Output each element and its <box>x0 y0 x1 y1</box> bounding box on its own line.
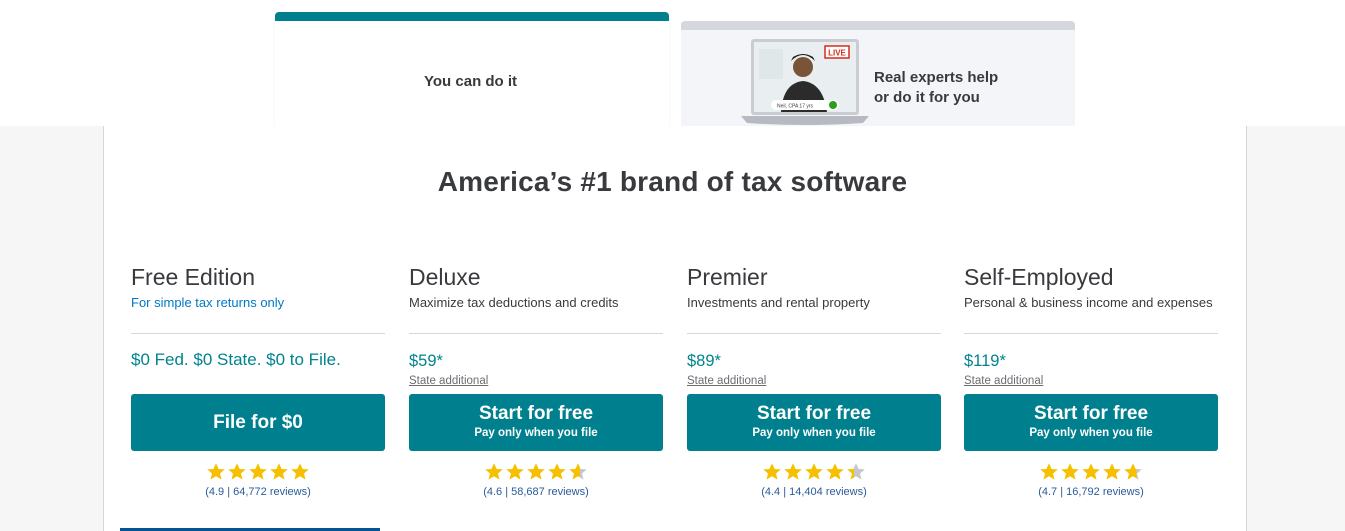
cta-main-label: Start for free <box>1033 403 1149 424</box>
star-icon <box>763 463 781 480</box>
plan-name: Deluxe <box>409 264 481 290</box>
divider <box>687 333 941 334</box>
star-icon <box>527 463 545 480</box>
plan-name: Free Edition <box>131 264 256 290</box>
live-badge: LIVE <box>828 49 846 58</box>
cta-main-label: Start for free <box>478 403 594 424</box>
tab-real-experts-label: Real experts help or do it for you <box>874 68 998 108</box>
star-icon <box>207 463 225 480</box>
plan-name: Premier <box>687 264 768 290</box>
star-rating <box>762 462 866 486</box>
reviews-link[interactable]: (4.4 | 14,404 reviews) <box>687 486 941 498</box>
divider <box>131 333 385 334</box>
star-icon <box>1061 463 1079 480</box>
tab-bridge <box>276 120 668 130</box>
plan-deluxe: Deluxe Maximize tax deductions and credi… <box>409 262 663 389</box>
star-icon <box>270 463 288 480</box>
plan-free-edition: Free Edition For simple tax returns only… <box>131 262 385 370</box>
star-icon <box>506 463 524 480</box>
star-rating <box>1039 462 1143 486</box>
start-for-free-button[interactable]: Start for free Pay only when you file <box>687 394 941 451</box>
page-headline: America’s #1 brand of tax software <box>437 166 908 197</box>
plan-description: Personal & business income and expenses <box>964 295 1213 310</box>
plan-description: Maximize tax deductions and credits <box>409 295 619 310</box>
cta-sub-label: Pay only when you file <box>474 427 598 439</box>
plan-description-link[interactable]: For simple tax returns only <box>131 295 385 313</box>
star-icon <box>291 463 309 480</box>
start-for-free-button[interactable]: Start for free Pay only when you file <box>409 394 663 451</box>
plan-price: $89* <box>687 352 721 370</box>
divider <box>964 333 1218 334</box>
cta-main-label: File for $0 <box>213 412 303 433</box>
star-icon <box>784 463 802 480</box>
start-for-free-button[interactable]: Start for free Pay only when you file <box>964 394 1218 451</box>
star-rating <box>484 462 588 486</box>
reviews-link[interactable]: (4.9 | 64,772 reviews) <box>131 486 385 498</box>
state-additional-link[interactable]: State additional <box>687 375 941 389</box>
plan-price: $119* <box>964 352 1006 370</box>
expert-caption: Neil, CPA 17 yrs <box>777 104 814 110</box>
cta-sub-label: Pay only when you file <box>1029 427 1153 439</box>
plan-rating: (4.6 | 58,687 reviews) <box>409 462 663 498</box>
star-icon <box>249 463 267 480</box>
plan-price: $0 Fed. $0 State. $0 to File. <box>131 350 341 369</box>
tab-real-experts-line2: or do it for you <box>874 89 980 106</box>
state-additional-link[interactable]: State additional <box>964 375 1218 389</box>
star-icon <box>548 463 566 480</box>
star-icon <box>826 463 844 480</box>
star-rating <box>206 462 310 486</box>
cta-main-label: Start for free <box>756 403 872 424</box>
divider <box>409 333 663 334</box>
plan-self-employed: Self-Employed Personal & business income… <box>964 262 1218 389</box>
cta-sub-label: Pay only when you file <box>752 427 876 439</box>
reviews-link[interactable]: (4.6 | 58,687 reviews) <box>409 486 663 498</box>
star-icon <box>847 463 865 480</box>
plan-price: $59* <box>409 352 443 370</box>
plan-description: Investments and rental property <box>687 295 870 310</box>
star-icon <box>1040 463 1058 480</box>
star-icon <box>1082 463 1100 480</box>
star-icon <box>1124 463 1142 480</box>
tab-real-experts[interactable]: LIVE Neil, CPA 17 yrs Real experts help … <box>681 21 1075 131</box>
plan-rating: (4.4 | 14,404 reviews) <box>687 462 941 498</box>
file-for-free-button[interactable]: File for $0 <box>131 394 385 451</box>
star-icon <box>228 463 246 480</box>
tab-you-can-do-it-label: You can do it <box>424 73 518 90</box>
star-icon <box>569 463 587 480</box>
plan-premier: Premier Investments and rental property … <box>687 262 941 389</box>
star-icon <box>1103 463 1121 480</box>
plan-name: Self-Employed <box>964 264 1114 290</box>
star-icon <box>485 463 503 480</box>
tab-real-experts-line1: Real experts help <box>874 69 999 86</box>
star-icon <box>805 463 823 480</box>
plan-rating: (4.7 | 16,792 reviews) <box>964 462 1218 498</box>
expert-laptop-illustration: LIVE Neil, CPA 17 yrs <box>741 39 869 125</box>
plan-rating: (4.9 | 64,772 reviews) <box>131 462 385 498</box>
state-additional-link[interactable]: State additional <box>409 375 663 389</box>
reviews-link[interactable]: (4.7 | 16,792 reviews) <box>964 486 1218 498</box>
